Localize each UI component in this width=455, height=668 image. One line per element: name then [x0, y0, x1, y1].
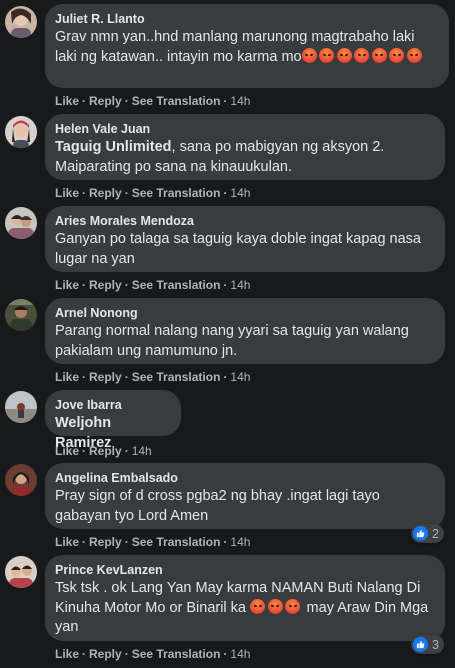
like-link[interactable]: Like	[55, 370, 79, 384]
comment-text: Tsk tsk . ok Lang Yan May karma NAMAN Bu…	[55, 580, 429, 635]
see-translation-link[interactable]: See Translation	[132, 278, 221, 292]
comment-author[interactable]: Juliet R. Llanto	[55, 11, 437, 27]
like-link[interactable]: Like	[55, 186, 79, 200]
comment-author[interactable]: Angelina Embalsado	[55, 470, 433, 486]
angry-face-icon	[250, 598, 266, 614]
angry-face-icon	[406, 47, 422, 63]
reaction-count-badge[interactable]: 3	[411, 635, 444, 654]
comment-bubble: Aries Morales Mendoza Ganyan po talaga s…	[45, 206, 445, 272]
see-translation-link[interactable]: See Translation	[132, 94, 221, 108]
mention-tag[interactable]: Taguig Unlimited	[55, 139, 172, 155]
comment-author[interactable]: Helen Vale Juan	[55, 121, 433, 137]
reply-link[interactable]: Reply	[89, 186, 122, 200]
see-translation-link[interactable]: See Translation	[132, 647, 221, 661]
comment-bubble: Jove Ibarra Weljohn Ramirez	[45, 390, 181, 451]
timestamp[interactable]: 14h	[230, 278, 250, 292]
like-link[interactable]: Like	[55, 647, 79, 661]
comment-actions: Like · Reply · See Translation · 14h	[55, 535, 251, 549]
comment-actions: Like · Reply · See Translation · 14h	[55, 647, 251, 661]
timestamp[interactable]: 14h	[230, 186, 250, 200]
like-link[interactable]: Like	[55, 535, 79, 549]
angry-face-icon	[301, 47, 317, 63]
like-icon	[413, 526, 429, 541]
avatar[interactable]	[5, 116, 37, 148]
like-link[interactable]: Like	[55, 278, 79, 292]
comment-author[interactable]: Jove Ibarra	[55, 397, 169, 413]
reply-link[interactable]: Reply	[89, 278, 122, 292]
like-icon	[413, 637, 429, 652]
comment-author[interactable]: Prince KevLanzen	[55, 562, 433, 578]
comment-text: Ganyan po talaga sa taguig kaya doble in…	[55, 231, 421, 267]
comment-actions: Like · Reply · See Translation · 14h	[55, 94, 251, 108]
reaction-count: 2	[432, 526, 439, 541]
comment-bubble: Prince KevLanzen Tsk tsk . ok Lang Yan M…	[45, 555, 445, 641]
comment-bubble: Helen Vale Juan Taguig Unlimited, sana p…	[45, 114, 445, 180]
comment-text: Parang normal nalang nang yyari sa tagui…	[55, 323, 409, 359]
comment-actions: Like · Reply · 14h	[55, 444, 152, 458]
timestamp[interactable]: 14h	[230, 94, 250, 108]
reply-link[interactable]: Reply	[89, 444, 122, 458]
avatar[interactable]	[5, 391, 37, 423]
timestamp[interactable]: 14h	[230, 535, 250, 549]
see-translation-link[interactable]: See Translation	[132, 535, 221, 549]
comment-text: Pray sign of d cross pgba2 ng bhay .inga…	[55, 488, 380, 524]
comment-actions: Like · Reply · See Translation · 14h	[55, 278, 251, 292]
like-link[interactable]: Like	[55, 444, 79, 458]
like-link[interactable]: Like	[55, 94, 79, 108]
comment-author[interactable]: Arnel Nonong	[55, 305, 433, 321]
reply-link[interactable]: Reply	[89, 94, 122, 108]
see-translation-link[interactable]: See Translation	[132, 186, 221, 200]
angry-face-icon	[389, 47, 405, 63]
see-translation-link[interactable]: See Translation	[132, 370, 221, 384]
angry-face-icon	[267, 598, 283, 614]
angry-face-icon	[336, 47, 352, 63]
comment-bubble: Juliet R. Llanto Grav nmn yan..hnd manla…	[45, 4, 449, 88]
reply-link[interactable]: Reply	[89, 370, 122, 384]
reaction-count-badge[interactable]: 2	[411, 524, 444, 543]
avatar[interactable]	[5, 299, 37, 331]
comment-actions: Like · Reply · See Translation · 14h	[55, 370, 251, 384]
timestamp[interactable]: 14h	[132, 444, 152, 458]
comment-text: Taguig Unlimited, sana po mabigyan ng ak…	[55, 139, 385, 175]
reply-link[interactable]: Reply	[89, 535, 122, 549]
comment-bubble: Arnel Nonong Parang normal nalang nang y…	[45, 298, 445, 364]
angry-face-icon	[354, 47, 370, 63]
angry-face-icon	[371, 47, 387, 63]
avatar[interactable]	[5, 207, 37, 239]
avatar[interactable]	[5, 6, 37, 38]
avatar[interactable]	[5, 464, 37, 496]
timestamp[interactable]: 14h	[230, 370, 250, 384]
angry-face-icon	[285, 598, 301, 614]
avatar[interactable]	[5, 556, 37, 588]
comment-bubble: Angelina Embalsado Pray sign of d cross …	[45, 463, 445, 529]
comment-actions: Like · Reply · See Translation · 14h	[55, 186, 251, 200]
angry-face-icon	[319, 47, 335, 63]
timestamp[interactable]: 14h	[230, 647, 250, 661]
comment-author[interactable]: Aries Morales Mendoza	[55, 213, 433, 229]
reply-link[interactable]: Reply	[89, 647, 122, 661]
reaction-count: 3	[432, 637, 439, 652]
comment-text: Grav nmn yan..hnd manlang marunong magtr…	[55, 28, 437, 67]
